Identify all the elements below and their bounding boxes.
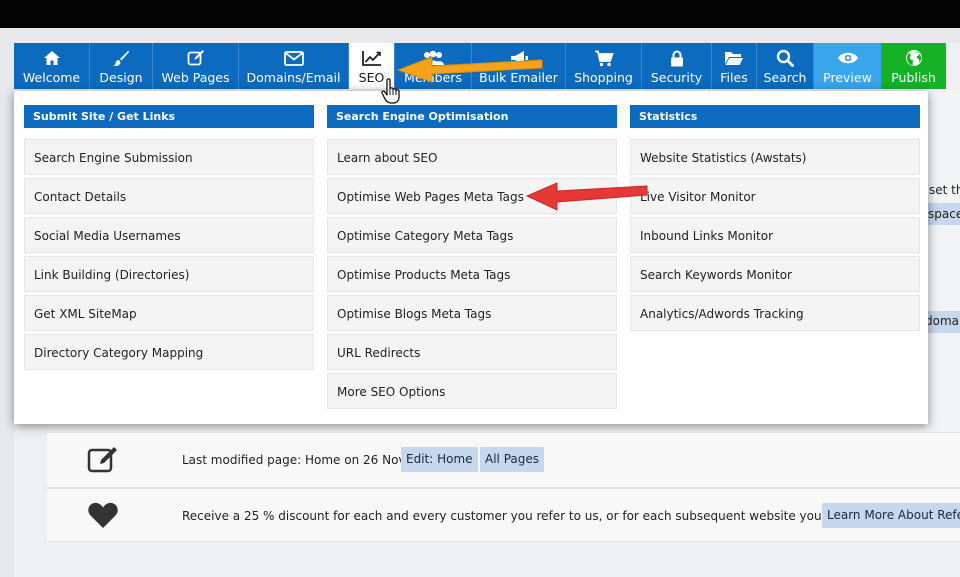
nav-preview[interactable]: Preview [814,43,882,89]
edit-home-button[interactable]: Edit: Home [401,447,478,472]
nav-web-pages[interactable]: Web Pages [153,43,239,89]
nav-shopping[interactable]: Shopping [566,43,642,89]
red-arrow-annotation [525,182,648,211]
menu-item-analytics-adwords-tracking[interactable]: Analytics/Adwords Tracking [630,295,920,331]
nav-label: Publish [891,70,936,85]
seo-dropdown-menu: Submit Site / Get Links Search Engine Su… [14,91,928,424]
nav-files[interactable]: Files [712,43,757,89]
column-submit-site: Submit Site / Get Links Search Engine Su… [24,105,314,373]
nav-label: Files [720,70,748,85]
nav-domains-email[interactable]: Domains/Email [239,43,349,89]
menu-item-directory-category-mapping[interactable]: Directory Category Mapping [24,334,314,370]
top-black-bar [0,0,960,28]
brush-icon [112,49,130,67]
folder-icon [724,49,744,67]
nav-search[interactable]: Search [757,43,814,89]
hand-cursor-icon [381,78,400,104]
edit-page-icon [87,445,119,473]
menu-item-inbound-links-monitor[interactable]: Inbound Links Monitor [630,217,920,253]
nav-design[interactable]: Design [90,43,153,89]
column-header: Statistics [630,105,920,128]
menu-item-link-building[interactable]: Link Building (Directories) [24,256,314,292]
last-modified-row: Last modified page: Home on 26 Nov. Edit… [47,432,960,488]
menu-item-live-visitor-monitor[interactable]: Live Visitor Monitor [630,178,920,214]
last-modified-text: Last modified page: Home on 26 Nov. [182,453,409,467]
nav-label: Shopping [574,70,633,85]
nav-welcome[interactable]: Welcome [14,43,90,89]
learn-more-referral-button[interactable]: Learn More About Refe [822,503,960,528]
column-header: Search Engine Optimisation [327,105,617,128]
globe-icon [905,49,923,67]
envelope-icon [283,49,304,67]
menu-item-optimise-category-meta-tags[interactable]: Optimise Category Meta Tags [327,217,617,253]
nav-label: Preview [823,70,872,85]
menu-item-xml-sitemap[interactable]: Get XML SiteMap [24,295,314,331]
home-icon [43,49,61,67]
nav-label: Domains/Email [246,70,341,85]
partial-text-space: space [928,207,960,221]
nav-publish[interactable]: Publish [882,43,946,89]
lock-icon [670,49,684,67]
menu-item-url-redirects[interactable]: URL Redirects [327,334,617,370]
nav-label: Welcome [22,70,81,85]
menu-item-search-keywords-monitor[interactable]: Search Keywords Monitor [630,256,920,292]
partial-text-setup: set th [929,183,960,197]
nav-security[interactable]: Security [642,43,712,89]
nav-label: Web Pages [161,70,230,85]
column-seo: Search Engine Optimisation Learn about S… [327,105,617,412]
orange-arrow-annotation [396,56,543,83]
nav-label: Search [763,70,807,85]
referral-text: Receive a 25 % discount for each and eve… [182,509,859,523]
menu-item-contact-details[interactable]: Contact Details [24,178,314,214]
search-icon [776,49,794,67]
line-chart-icon [361,49,382,67]
menu-item-learn-seo[interactable]: Learn about SEO [327,139,617,175]
heart-icon [87,501,119,529]
menu-item-optimise-products-meta-tags[interactable]: Optimise Products Meta Tags [327,256,617,292]
nav-label: Security [650,70,703,85]
menu-item-search-engine-submission[interactable]: Search Engine Submission [24,139,314,175]
partial-text-domain: domai [925,314,960,328]
nav-label: Design [99,70,143,85]
menu-item-website-statistics[interactable]: Website Statistics (Awstats) [630,139,920,175]
eye-icon [837,49,859,67]
cart-icon [594,49,614,67]
partial-chip-space[interactable]: space [925,203,960,225]
menu-item-more-seo-options[interactable]: More SEO Options [327,373,617,409]
menu-item-optimise-blogs-meta-tags[interactable]: Optimise Blogs Meta Tags [327,295,617,331]
column-header: Submit Site / Get Links [24,105,314,128]
menu-item-social-media-usernames[interactable]: Social Media Usernames [24,217,314,253]
column-statistics: Statistics Website Statistics (Awstats) … [630,105,920,334]
referral-row: Receive a 25 % discount for each and eve… [47,488,960,542]
edit-icon [187,49,205,67]
all-pages-button[interactable]: All Pages [480,447,544,472]
